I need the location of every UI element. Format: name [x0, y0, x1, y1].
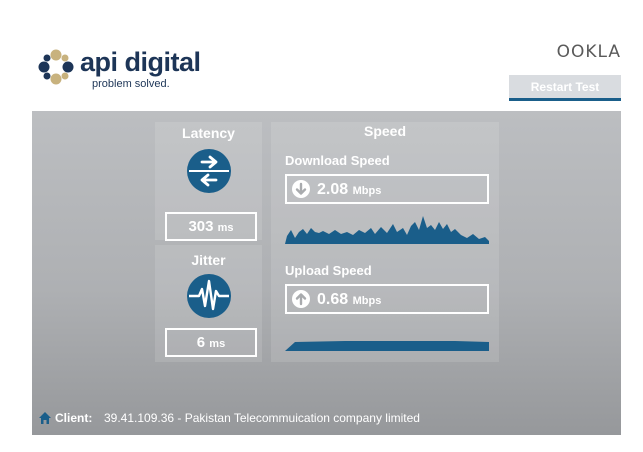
jitter-value-box: 6 ms: [165, 328, 257, 357]
restart-test-button[interactable]: Restart Test: [509, 75, 621, 101]
home-icon: [39, 412, 51, 424]
jitter-card: Jitter 6 ms: [155, 245, 262, 362]
logo-ring-icon: [38, 49, 74, 85]
download-speed-value: 2.08: [317, 181, 349, 198]
latency-title: Latency: [182, 125, 235, 141]
latency-unit: ms: [217, 222, 234, 234]
download-speed-graph: [285, 216, 489, 244]
jitter-title: Jitter: [191, 252, 226, 268]
upload-arrow-icon: [292, 290, 310, 308]
latency-value-box: 303 ms: [165, 212, 257, 241]
speedtest-stage: Latency 303 ms Jitter 6 ms Speed Downloa…: [32, 111, 621, 435]
latency-arrows-icon: [187, 149, 231, 193]
latency-value: 303: [188, 218, 214, 235]
download-speed-label: Download Speed: [285, 153, 390, 168]
client-value: 39.41.109.36 - Pakistan Telecommuication…: [104, 411, 420, 425]
client-info: Client: 39.41.109.36 - Pakistan Telecomm…: [35, 411, 595, 425]
latency-card: Latency 303 ms: [155, 122, 262, 241]
ookla-logo: OOKLA: [556, 42, 621, 62]
api-digital-logo: api digital problem solved.: [36, 45, 206, 95]
client-label: Client:: [55, 411, 93, 425]
upload-speed-unit: Mbps: [352, 295, 382, 307]
upload-speed-value: 0.68: [317, 291, 349, 308]
download-speed-box: 2.08 Mbps: [285, 174, 489, 204]
speed-title: Speed: [363, 123, 406, 139]
upload-speed-label: Upload Speed: [285, 263, 372, 278]
download-speed-unit: Mbps: [352, 185, 382, 197]
brand-tagline: problem solved.: [92, 78, 170, 90]
speed-card: Speed Download Speed 2.08 Mbps Upload Sp…: [271, 122, 499, 362]
upload-speed-graph: [285, 341, 489, 351]
brand-name: api digital: [80, 47, 201, 77]
upload-speed-box: 0.68 Mbps: [285, 284, 489, 314]
jitter-unit: ms: [209, 338, 226, 350]
jitter-value: 6: [196, 334, 206, 351]
download-arrow-icon: [292, 180, 310, 198]
jitter-waveform-icon: [187, 274, 231, 318]
